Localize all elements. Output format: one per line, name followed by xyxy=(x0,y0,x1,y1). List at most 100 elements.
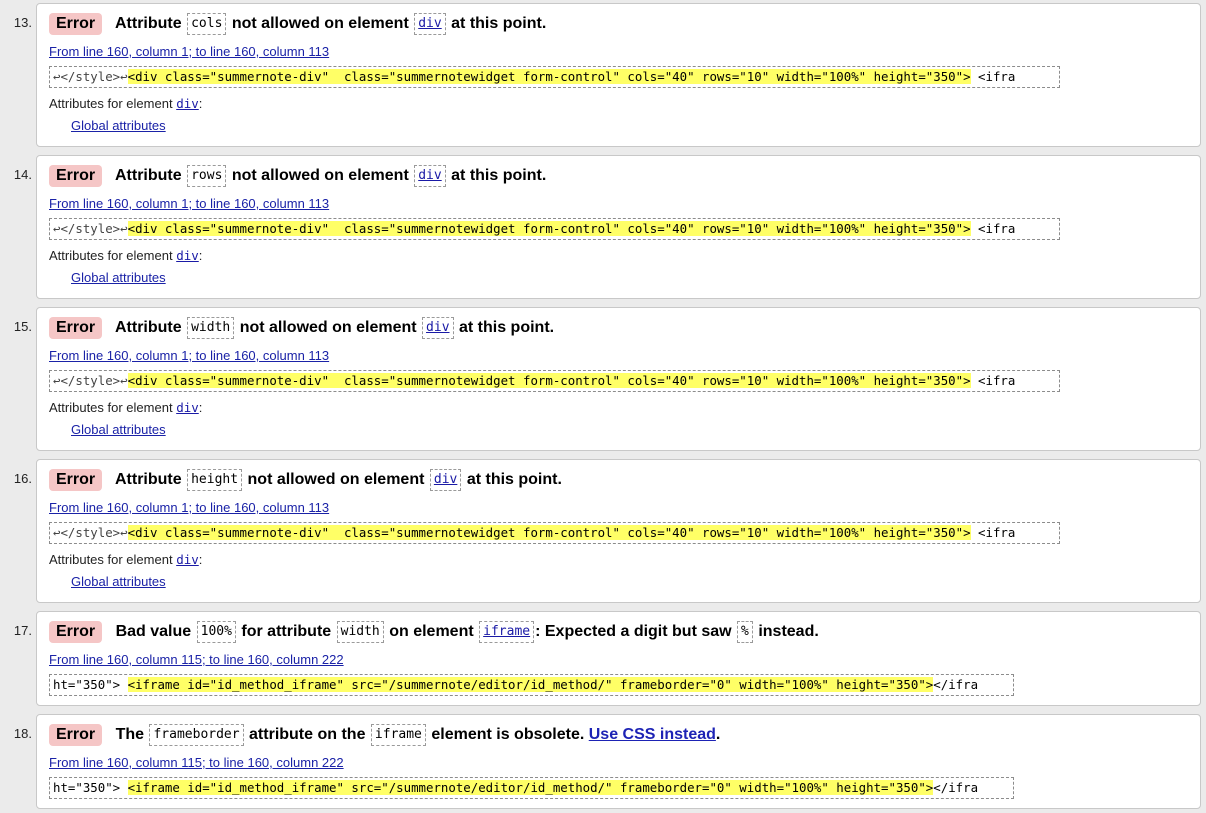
error-message-item: 17. Error Bad value 100% for attribute w… xyxy=(14,611,1201,706)
message-number: 17. xyxy=(13,623,32,638)
message-number: 18. xyxy=(13,726,32,741)
extract-prefix: ht="350"> xyxy=(53,780,128,795)
message-text: not allowed on element xyxy=(247,471,425,488)
attribute-code: cols xyxy=(187,13,227,35)
message-text: at this point. xyxy=(458,319,555,336)
extract-highlight: <iframe id="id_method_iframe" src="/summ… xyxy=(127,780,934,795)
extract-suffix: <ifra xyxy=(970,221,1016,236)
location-link[interactable]: From line 160, column 1; to line 160, co… xyxy=(49,348,329,363)
extract-suffix: <ifra xyxy=(970,373,1016,388)
message-text: at this point. xyxy=(451,15,547,32)
element-link[interactable]: div xyxy=(414,165,446,187)
global-attributes-link[interactable]: Global attributes xyxy=(71,422,166,437)
extract-highlight: <div class="summernote-div" class="summe… xyxy=(127,221,971,236)
message-text: not allowed on element xyxy=(239,319,417,336)
attributes-for-element-label: Attributes for element div: xyxy=(49,248,203,263)
element-link[interactable]: div xyxy=(422,317,454,339)
attributes-for-element-label: Attributes for element div: xyxy=(49,400,203,415)
message-title: Error Bad value 100% for attribute width… xyxy=(49,620,1190,644)
extract-prefix: ↩</style>↩ xyxy=(53,373,128,388)
error-message-item: 18. Error The frameborder attribute on t… xyxy=(14,714,1201,809)
element-link[interactable]: div xyxy=(176,400,199,415)
attributes-for-element-label: Attributes for element div: xyxy=(49,552,203,567)
location-link[interactable]: From line 160, column 1; to line 160, co… xyxy=(49,500,329,515)
code-extract: ↩</style>↩<div class="summernote-div" cl… xyxy=(49,370,1060,392)
code-extract: ↩</style>↩<div class="summernote-div" cl… xyxy=(49,218,1060,240)
code-extract: ht="350"> <iframe id="id_method_iframe" … xyxy=(49,674,1014,696)
extract-prefix: ↩</style>↩ xyxy=(53,525,128,540)
location-link[interactable]: From line 160, column 1; to line 160, co… xyxy=(49,196,329,211)
error-badge: Error xyxy=(49,469,103,491)
message-number: 16. xyxy=(13,471,32,486)
message-number: 15. xyxy=(13,319,32,334)
message-text: Attribute xyxy=(114,471,182,488)
element-link[interactable]: div xyxy=(414,13,446,35)
error-badge: Error xyxy=(49,724,103,746)
element-code: iframe xyxy=(370,724,426,746)
extract-prefix: ↩</style>↩ xyxy=(53,69,128,84)
message-text: for attribute xyxy=(241,623,332,640)
location-link[interactable]: From line 160, column 1; to line 160, co… xyxy=(49,44,329,59)
extract-prefix: ht="350"> xyxy=(53,677,128,692)
code-extract: ht="350"> <iframe id="id_method_iframe" … xyxy=(49,777,1014,799)
code-extract: ↩</style>↩<div class="summernote-div" cl… xyxy=(49,522,1060,544)
message-text: on element xyxy=(389,623,474,640)
message-text: Bad value xyxy=(115,623,192,640)
message-title: Error Attribute cols not allowed on elem… xyxy=(49,12,1190,36)
error-message-item: 15. Error Attribute width not allowed on… xyxy=(14,307,1201,451)
message-text: Attribute xyxy=(114,15,182,32)
error-badge: Error xyxy=(49,13,103,35)
extract-suffix: </ifra xyxy=(933,780,979,795)
attribute-code: height xyxy=(187,469,243,491)
message-text: instead. xyxy=(758,623,819,640)
extract-suffix: </ifra xyxy=(933,677,979,692)
message-title: Error Attribute width not allowed on ele… xyxy=(49,316,1190,340)
message-text: . xyxy=(715,726,721,743)
element-link[interactable]: div xyxy=(176,248,199,263)
message-text: : Expected a digit but saw xyxy=(535,623,732,640)
location-link[interactable]: From line 160, column 115; to line 160, … xyxy=(49,755,344,770)
message-title: Error Attribute height not allowed on el… xyxy=(49,468,1190,492)
location-link[interactable]: From line 160, column 115; to line 160, … xyxy=(49,652,344,667)
code-extract: ↩</style>↩<div class="summernote-div" cl… xyxy=(49,66,1060,88)
error-badge: Error xyxy=(49,621,103,643)
extract-prefix: ↩</style>↩ xyxy=(53,221,128,236)
attribute-code: width xyxy=(187,317,235,339)
error-message-item: 16. Error Attribute height not allowed o… xyxy=(14,459,1201,603)
message-text: Attribute xyxy=(114,319,182,336)
element-link[interactable]: div xyxy=(176,96,199,111)
error-message-item: 14. Error Attribute rows not allowed on … xyxy=(14,155,1201,299)
attribute-code: frameborder xyxy=(149,724,244,746)
attribute-code: width xyxy=(336,621,384,643)
error-badge: Error xyxy=(49,165,103,187)
attribute-code: rows xyxy=(187,165,227,187)
element-link[interactable]: div xyxy=(176,552,199,567)
global-attributes-link[interactable]: Global attributes xyxy=(71,118,166,133)
element-link[interactable]: iframe xyxy=(479,621,535,643)
message-text: not allowed on element xyxy=(231,15,409,32)
message-text: attribute on the xyxy=(249,726,366,743)
extract-highlight: <div class="summernote-div" class="summe… xyxy=(127,69,971,84)
validation-message-list: 13. Error Attribute cols not allowed on … xyxy=(0,0,1206,809)
message-title: Error Attribute rows not allowed on elem… xyxy=(49,164,1190,188)
message-title: Error The frameborder attribute on the i… xyxy=(49,723,1190,747)
extract-suffix: <ifra xyxy=(970,69,1016,84)
extract-highlight: <div class="summernote-div" class="summe… xyxy=(127,525,971,540)
global-attributes-link[interactable]: Global attributes xyxy=(71,574,166,589)
value-code: 100% xyxy=(196,621,236,643)
error-badge: Error xyxy=(49,317,103,339)
element-link[interactable]: div xyxy=(429,469,462,491)
message-text: element is obsolete. xyxy=(431,726,585,743)
use-css-link[interactable]: Use CSS instead xyxy=(589,726,716,743)
character-code: % xyxy=(737,621,753,643)
extract-highlight: <iframe id="id_method_iframe" src="/summ… xyxy=(127,677,934,692)
message-text: at this point. xyxy=(451,167,547,184)
attributes-for-element-label: Attributes for element div: xyxy=(49,96,203,111)
message-text: not allowed on element xyxy=(231,167,409,184)
message-text: Attribute xyxy=(114,167,182,184)
extract-highlight: <div class="summernote-div" class="summe… xyxy=(127,373,971,388)
global-attributes-link[interactable]: Global attributes xyxy=(71,270,166,285)
error-message-item: 13. Error Attribute cols not allowed on … xyxy=(14,3,1201,147)
extract-suffix: <ifra xyxy=(970,525,1016,540)
message-number: 13. xyxy=(13,15,32,30)
